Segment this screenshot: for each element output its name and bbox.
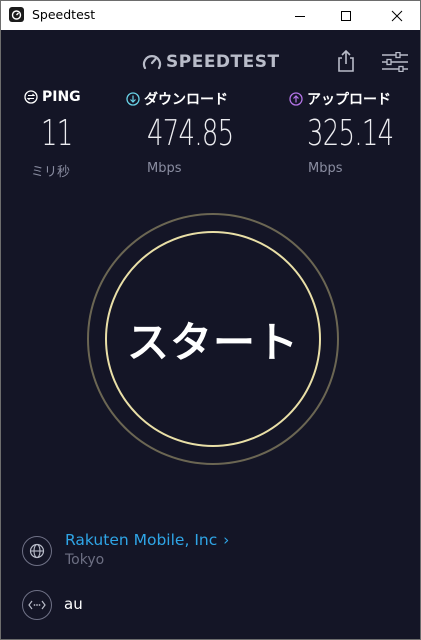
globe-icon bbox=[29, 543, 45, 559]
minimize-button[interactable] bbox=[277, 1, 323, 30]
ping-icon bbox=[24, 90, 38, 104]
start-label: スタート bbox=[126, 317, 299, 367]
start-button[interactable]: スタート bbox=[105, 231, 321, 447]
upload-value: 325.14 bbox=[307, 113, 394, 154]
speedtest-logo: SPEEDTEST bbox=[142, 51, 280, 73]
sliders-icon bbox=[382, 51, 408, 73]
download-value: 474.85 bbox=[147, 113, 234, 154]
server-provider-link[interactable]: Rakuten Mobile, Inc › bbox=[65, 531, 229, 549]
upload-label-text: アップロード bbox=[307, 92, 391, 108]
window-title: Speedtest bbox=[32, 7, 96, 22]
server-button[interactable] bbox=[22, 536, 52, 566]
close-icon bbox=[391, 10, 403, 21]
connection-button[interactable] bbox=[22, 590, 52, 620]
logo-text: SPEEDTEST bbox=[166, 52, 280, 72]
server-location: Tokyo bbox=[65, 552, 105, 568]
share-icon bbox=[338, 49, 354, 72]
maximize-button[interactable] bbox=[323, 1, 369, 30]
download-label-text: ダウンロード bbox=[144, 92, 228, 108]
download-icon bbox=[126, 92, 140, 106]
share-button[interactable] bbox=[335, 49, 357, 73]
upload-label: アップロード bbox=[289, 89, 391, 109]
ping-value: 11 bbox=[41, 113, 73, 154]
ping-unit: ミリ秒 bbox=[31, 165, 71, 180]
download-label: ダウンロード bbox=[126, 89, 228, 109]
maximize-icon bbox=[341, 10, 351, 21]
gauge-icon bbox=[142, 55, 162, 70]
connection-dots-icon bbox=[28, 600, 46, 610]
close-button[interactable] bbox=[374, 1, 420, 30]
download-unit: Mbps bbox=[147, 161, 182, 176]
server-provider-name: Rakuten Mobile, Inc bbox=[65, 531, 218, 549]
upload-icon bbox=[289, 92, 303, 106]
ping-label: PING bbox=[24, 89, 81, 105]
title-bar[interactable]: Speedtest bbox=[1, 1, 420, 30]
minimize-icon bbox=[295, 15, 305, 17]
connection-name: au bbox=[64, 595, 83, 613]
settings-button[interactable] bbox=[381, 51, 409, 73]
speedtest-app-icon bbox=[9, 7, 24, 22]
app-window: Speedtest SPEEDTEST PING ダウンロード アップロード 1… bbox=[0, 0, 421, 640]
ping-label-text: PING bbox=[42, 89, 81, 105]
upload-unit: Mbps bbox=[308, 161, 343, 176]
chevron-right-icon: › bbox=[223, 531, 230, 549]
